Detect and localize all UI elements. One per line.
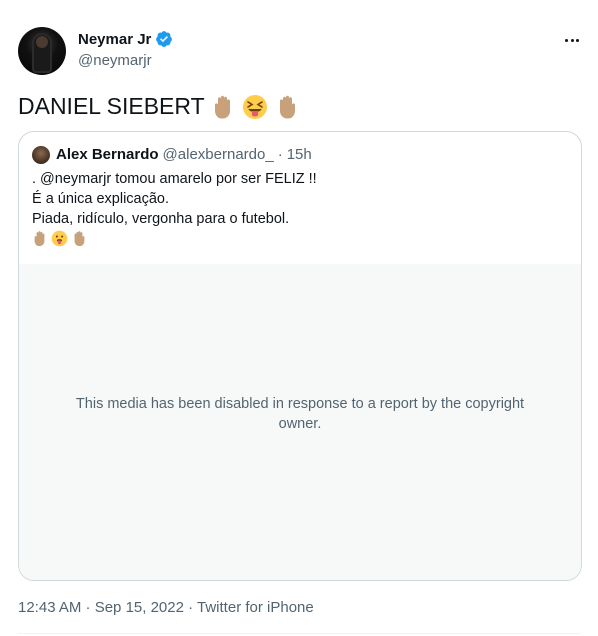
quoted-line: Piada, ridículo, vergonha para o futebol…	[32, 211, 290, 227]
quoted-time: 15h	[286, 146, 312, 163]
media-disabled-notice: This media has been disabled in response…	[75, 396, 525, 432]
quoted-line: É a única explicação.	[32, 191, 170, 207]
raised-hand-icon	[74, 231, 85, 247]
author-name-row: Neymar Jr	[78, 30, 173, 48]
quoted-author-avatar	[32, 146, 50, 164]
squinting-tongue-face-icon	[242, 94, 267, 119]
quoted-author-name: Alex Bernardo	[56, 146, 159, 163]
author-display-name[interactable]: Neymar Jr	[78, 31, 151, 48]
quoted-emoji-row	[32, 230, 317, 247]
quoted-separator: ·	[277, 146, 283, 163]
raised-hand-icon	[214, 95, 230, 118]
quoted-author-handle: @alexbernardo_	[162, 146, 274, 163]
author-avatar[interactable]	[18, 27, 66, 75]
tweet: Neymar Jr @neymarjr DANIEL SIEBERT Alex …	[0, 0, 598, 636]
tweet-text: DANIEL SIEBERT	[18, 93, 304, 120]
author-handle[interactable]: @neymarjr	[78, 52, 152, 69]
quoted-tweet[interactable]: Alex Bernardo @alexbernardo_ · 15h . @ne…	[18, 131, 582, 581]
tweet-metadata[interactable]: 12:43 AM · Sep 15, 2022 · Twitter for iP…	[18, 599, 314, 616]
avatar-face	[36, 36, 48, 48]
quoted-line: . @neymarjr tomou amarelo por ser FELIZ …	[32, 171, 317, 187]
disabled-media-area: This media has been disabled in response…	[19, 264, 581, 580]
tweet-emoji-row	[211, 94, 304, 120]
tweet-text-content: DANIEL SIEBERT	[18, 93, 205, 119]
more-horizontal-icon[interactable]	[565, 32, 585, 48]
tongue-face-icon	[51, 230, 68, 247]
verified-badge-icon	[156, 31, 173, 47]
quoted-tweet-text: . @neymarjr tomou amarelo por ser FELIZ …	[32, 169, 317, 247]
raised-hand-icon	[279, 95, 295, 118]
raised-hand-icon	[34, 231, 45, 247]
divider	[18, 633, 580, 634]
quoted-tweet-header: Alex Bernardo @alexbernardo_ · 15h	[56, 146, 312, 163]
